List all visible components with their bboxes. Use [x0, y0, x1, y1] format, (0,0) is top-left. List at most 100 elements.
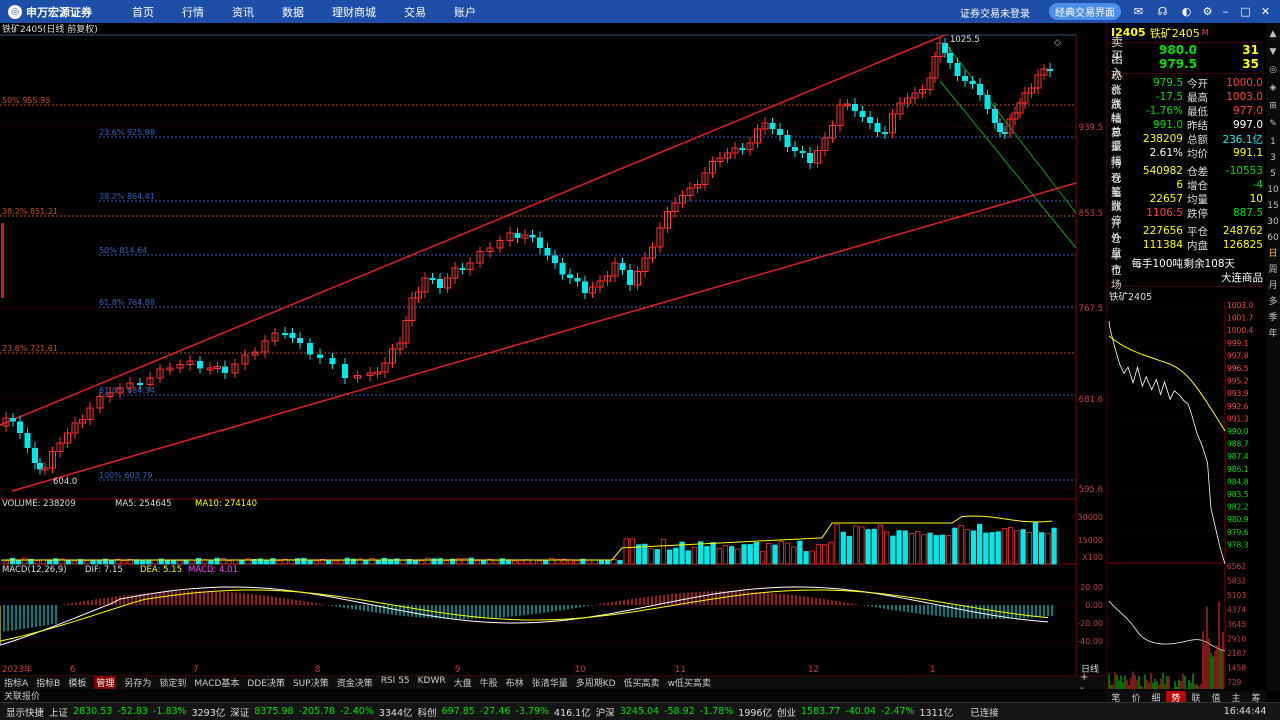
shortcut-toggle[interactable]: 显示快捷: [6, 705, 44, 719]
indicator-tab[interactable]: 指标B: [36, 676, 60, 689]
period-button[interactable]: 30: [1267, 215, 1278, 229]
indicator-tab[interactable]: w低买高卖: [668, 676, 711, 689]
indicator-tab[interactable]: 另存为: [124, 676, 151, 689]
period-button[interactable]: 季: [1268, 311, 1277, 325]
kline-chart-area[interactable]: 50% 955.95 23.6% 925.98 38.2% 864.41 38.2% …: [0, 23, 1106, 675]
login-status[interactable]: 证券交易未登录: [960, 5, 1030, 20]
detail-tab[interactable]: 势: [1166, 691, 1186, 702]
nav-mall[interactable]: 理财商城: [332, 4, 376, 20]
volume-bar: [1039, 533, 1044, 564]
volume-bar: [698, 542, 703, 564]
period-button[interactable]: 周: [1268, 263, 1277, 277]
detail-tab[interactable]: 细: [1146, 691, 1166, 702]
tool-icon[interactable]: ◈: [1270, 81, 1277, 97]
index-quote: 科创: [418, 705, 437, 719]
nav-home[interactable]: 首页: [132, 4, 154, 20]
volume-bar: [171, 560, 176, 564]
mail-icon[interactable]: ✉: [1131, 4, 1146, 19]
index-quote: 3293亿: [192, 705, 226, 719]
index-quote: -58.92: [664, 706, 695, 717]
quote-value: 997.0: [1211, 119, 1263, 131]
candle-body: [515, 233, 521, 238]
settings-icon[interactable]: ⚙: [1200, 4, 1215, 19]
volume-bar: [1021, 530, 1026, 564]
candle-body: [17, 422, 23, 434]
volume-bar: [804, 551, 809, 564]
indicator-tab[interactable]: 模板: [68, 676, 86, 689]
quote-value: 6: [1131, 179, 1183, 191]
indicator-tab[interactable]: 低买高卖: [624, 676, 660, 689]
detail-tab[interactable]: 主: [1226, 691, 1246, 702]
detail-tab[interactable]: 筹: [1246, 691, 1266, 702]
indicator-tab[interactable]: 指标A: [4, 676, 28, 689]
tool-icon[interactable]: ▼: [1270, 45, 1277, 61]
intraday-mini-chart[interactable]: 1003.0 1001.7 1000.4 999.1 997.8 996.5 995.2 99…: [1107, 301, 1267, 689]
period-button[interactable]: 年: [1268, 327, 1277, 341]
nav-trade[interactable]: 交易: [404, 4, 426, 20]
detail-tab[interactable]: 价: [1126, 691, 1146, 702]
nav-news[interactable]: 资讯: [232, 4, 254, 20]
period-button[interactable]: 15: [1267, 199, 1278, 213]
period-button[interactable]: 10: [1267, 183, 1278, 197]
nav-account[interactable]: 账户: [454, 4, 476, 20]
quote-value: 1000.0: [1211, 77, 1263, 89]
index-quote: 3344亿: [379, 705, 413, 719]
indicator-tab[interactable]: 多周期KD: [576, 676, 616, 689]
period-button[interactable]: 60: [1267, 231, 1278, 245]
period-button[interactable]: 3: [1270, 151, 1276, 165]
indicator-tab[interactable]: KDWR: [418, 676, 446, 689]
indicator-tab[interactable]: MACD基本: [194, 676, 239, 689]
down-channel-line: [940, 81, 1076, 248]
related-quotes-tab[interactable]: 关联报价: [0, 689, 1106, 702]
tool-icon[interactable]: ✎: [1269, 117, 1277, 133]
nav-data[interactable]: 数据: [282, 4, 304, 20]
skin-icon[interactable]: ◐: [1179, 4, 1194, 19]
candle-body: [947, 53, 953, 63]
classic-trade-button[interactable]: 经典交易界面: [1049, 3, 1121, 20]
period-button[interactable]: 日: [1268, 247, 1277, 261]
close-icon[interactable]: ✕: [1258, 4, 1273, 19]
headset-icon[interactable]: ☊: [1155, 4, 1170, 19]
mini-y-tick: 982.2: [1227, 503, 1249, 512]
tool-icon[interactable]: ⊞: [1269, 99, 1277, 115]
volume-bar: [196, 558, 201, 564]
period-button[interactable]: 1: [1270, 135, 1276, 149]
nav-quotes[interactable]: 行情: [182, 4, 204, 20]
minimize-icon[interactable]: –: [1218, 4, 1233, 19]
volume-bar: [884, 532, 889, 564]
mini-y-tick: 983.5: [1227, 490, 1249, 499]
indicator-tab[interactable]: 资金决策: [337, 676, 373, 689]
detail-tab[interactable]: 值: [1206, 691, 1226, 702]
detail-tab[interactable]: 笔: [1106, 691, 1126, 702]
volume-bar: [798, 541, 803, 564]
indicator-tab[interactable]: RSI 55: [381, 676, 410, 689]
y-tick-label: 853.5: [1079, 209, 1103, 219]
volume-bar: [221, 558, 226, 564]
detail-tab[interactable]: 联: [1186, 691, 1206, 702]
quote-value: 540982: [1131, 165, 1183, 177]
indicator-tab[interactable]: 大盘: [454, 676, 472, 689]
indicator-tab[interactable]: DDE决策: [247, 676, 285, 689]
period-button[interactable]: 多: [1268, 295, 1277, 309]
fib-label: 50% 955.95: [2, 96, 50, 105]
indicator-tab[interactable]: 布林: [506, 676, 524, 689]
mini-chart-title: 铁矿2405: [1107, 289, 1266, 301]
indicator-tab[interactable]: SUP决策: [293, 676, 329, 689]
quote-label: 内盘: [1183, 238, 1211, 253]
volume-bar: [655, 549, 660, 564]
indicator-tab[interactable]: 锁定到: [159, 676, 186, 689]
index-quote: -205.78: [299, 706, 336, 717]
tool-icon[interactable]: ▲: [1270, 27, 1277, 43]
period-button[interactable]: 月: [1268, 279, 1277, 293]
tool-icon[interactable]: ◎: [1269, 63, 1277, 79]
candle-body: [575, 278, 581, 282]
maximize-icon[interactable]: □: [1238, 4, 1253, 19]
kline-chart[interactable]: 50% 955.95 23.6% 925.98 38.2% 864.41 38.2% …: [0, 23, 1106, 675]
indicator-tab[interactable]: 张清华量: [532, 676, 568, 689]
volume-bar: [593, 560, 598, 564]
period-button[interactable]: 5: [1270, 167, 1276, 181]
candle-body: [32, 448, 38, 463]
indicator-tab[interactable]: 牛股: [480, 676, 498, 689]
indicator-tab[interactable]: 管理: [94, 676, 116, 689]
volume-bar: [481, 560, 486, 564]
